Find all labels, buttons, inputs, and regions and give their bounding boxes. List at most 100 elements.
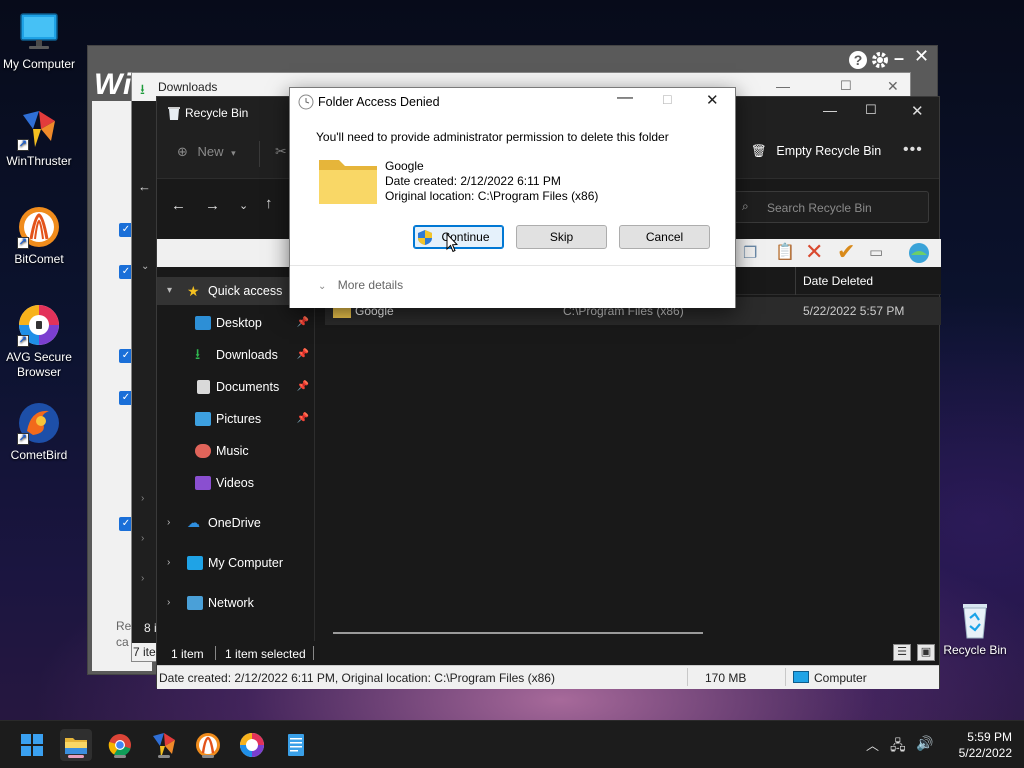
tiles-view-icon[interactable]: ▣ <box>917 644 935 661</box>
back-arrow-icon[interactable]: ← <box>138 179 151 194</box>
divider <box>785 668 786 686</box>
taskbar-avg-browser[interactable] <box>236 729 268 761</box>
search-box[interactable]: ⌕ Search Recycle Bin <box>733 191 929 223</box>
clipboard-icon[interactable]: 📋 <box>775 242 795 262</box>
pin-icon: 📌 <box>296 349 309 360</box>
nav-label: Documents <box>216 380 280 394</box>
column-divider <box>795 267 796 295</box>
desktop-icon-winthruster[interactable]: ↗ WinThruster <box>0 107 78 169</box>
navigation-pane: ▾ ★ Quick access Desktop 📌 ⭳ Downloads 📌… <box>157 275 315 641</box>
nav-pictures[interactable]: Pictures 📌 <box>157 405 315 433</box>
file-date-deleted: 5/22/2022 5:57 PM <box>803 304 905 318</box>
close-icon[interactable]: ✕ <box>887 78 899 95</box>
bitcomet-icon: ↗ <box>17 205 61 249</box>
continue-button[interactable]: Continue <box>413 225 504 249</box>
nav-my-computer[interactable]: › My Computer <box>157 549 315 577</box>
back-arrow-icon[interactable]: ← <box>171 197 186 214</box>
show-hidden-icons-chevron-icon[interactable]: ︿ <box>866 735 879 754</box>
chevron-right-icon[interactable]: › <box>141 533 144 544</box>
nav-music[interactable]: Music <box>157 437 315 465</box>
clock-icon <box>298 94 314 113</box>
avg-browser-icon <box>240 733 264 757</box>
desktop-icon-my-computer[interactable]: My Computer <box>0 10 78 72</box>
more-details-toggle[interactable]: ⌄ More details <box>318 278 403 292</box>
nav-network[interactable]: › Network <box>157 589 315 617</box>
details-view-icon[interactable]: ☰ <box>893 644 911 661</box>
computer-icon <box>793 671 809 683</box>
new-button[interactable]: ⊕ New ▾ <box>177 144 236 160</box>
pin-icon: 📌 <box>296 381 309 392</box>
shortcut-arrow-icon: ↗ <box>17 335 29 347</box>
desktop-icon-label: Recycle Bin <box>943 643 1007 657</box>
taskbar-winthruster[interactable] <box>148 729 180 761</box>
nav-downloads[interactable]: ⭳ Downloads 📌 <box>157 341 315 369</box>
minimize-icon[interactable]: — <box>776 78 790 94</box>
taskbar-bitcomet[interactable] <box>192 729 224 761</box>
nav-label: OneDrive <box>208 516 261 530</box>
empty-recycle-bin-label: Empty Recycle Bin <box>776 144 882 158</box>
network-tray-icon[interactable]: 🖧 <box>890 735 906 759</box>
chevron-down-icon[interactable]: ⌄ <box>141 261 149 272</box>
minimize-icon[interactable]: — <box>617 89 633 107</box>
forward-arrow-icon[interactable]: → <box>205 197 220 214</box>
chevron-right-icon[interactable]: › <box>141 573 144 584</box>
monitor-icon <box>17 10 61 54</box>
delete-icon[interactable]: ✕ <box>805 239 823 265</box>
taskbar-notepad[interactable] <box>280 729 312 761</box>
details-computer: Computer <box>814 671 867 685</box>
nav-documents[interactable]: Documents 📌 <box>157 373 315 401</box>
volume-icon[interactable]: 🔊 <box>916 735 933 752</box>
empty-recycle-bin-button[interactable]: 🗑 Empty Recycle Bin <box>751 144 881 159</box>
horizontal-scrollbar[interactable] <box>333 632 703 634</box>
taskbar-chrome[interactable] <box>104 729 136 761</box>
divider <box>687 668 688 686</box>
globe-icon[interactable] <box>907 241 931 268</box>
clock-date: 5/22/2022 <box>958 746 1012 760</box>
chevron-right-icon[interactable]: › <box>141 493 144 504</box>
maximize-icon[interactable]: ☐ <box>840 78 852 94</box>
chevron-right-icon: › <box>167 517 171 528</box>
folder-date-created: Date created: 2/12/2022 6:11 PM <box>385 174 561 188</box>
up-arrow-icon[interactable]: ↑ <box>265 195 273 212</box>
more-details-label: More details <box>337 278 404 292</box>
rename-icon[interactable]: ▭ <box>869 243 883 261</box>
avg-browser-icon: ↗ <box>17 303 61 347</box>
nav-desktop[interactable]: Desktop 📌 <box>157 309 315 337</box>
chevron-down-icon: ▾ <box>167 285 173 296</box>
nav-label: Desktop <box>216 316 262 330</box>
active-indicator <box>68 755 84 758</box>
taskbar-file-explorer[interactable] <box>60 729 92 761</box>
maximize-icon: ☐ <box>662 93 673 107</box>
desktop-icon-avg-browser[interactable]: ↗ AVG Secure Browser <box>0 303 78 380</box>
close-icon[interactable]: ✕ <box>706 91 719 109</box>
more-options-icon[interactable]: ••• <box>903 141 923 159</box>
shortcut-arrow-icon: ↗ <box>17 139 29 151</box>
minimize-icon[interactable]: — <box>823 102 837 118</box>
nav-label: Videos <box>216 476 254 490</box>
winthruster-text: Re <box>116 619 132 633</box>
recent-locations-icon[interactable]: ⌄ <box>239 199 248 212</box>
nav-onedrive[interactable]: › ☁ OneDrive <box>157 509 315 537</box>
copy-icon[interactable]: ❐ <box>743 243 757 263</box>
nav-videos[interactable]: Videos <box>157 469 315 497</box>
downloads-title: Downloads <box>158 80 218 94</box>
desktop-icon-bitcomet[interactable]: ↗ BitComet <box>0 205 78 267</box>
search-placeholder: Search Recycle Bin <box>767 201 872 215</box>
status-item-count: 1 item <box>171 647 204 661</box>
cloud-icon: ☁ <box>187 515 200 530</box>
dialog-footer: ⌄ More details <box>290 265 735 308</box>
maximize-icon[interactable]: ☐ <box>865 102 877 118</box>
skip-button[interactable]: Skip <box>516 225 607 249</box>
desktop-icon-cometbird[interactable]: ↗ CometBird <box>0 401 78 463</box>
cancel-button[interactable]: Cancel <box>619 225 710 249</box>
desktop-icon-recycle-bin[interactable]: Recycle Bin <box>936 596 1014 658</box>
checkmark-icon[interactable]: ✔ <box>837 239 855 265</box>
minimize-icon[interactable]: – <box>894 48 904 69</box>
column-date-deleted[interactable]: Date Deleted <box>803 274 873 288</box>
close-icon[interactable]: ✕ <box>911 102 924 120</box>
start-button[interactable] <box>16 729 48 761</box>
cut-icon[interactable]: ✂ <box>275 143 287 160</box>
close-icon[interactable]: ✕ <box>914 46 929 67</box>
folder-access-denied-dialog[interactable]: Folder Access Denied — ☐ ✕ You'll need t… <box>289 87 736 308</box>
clock[interactable]: 5:59 PM 5/22/2022 <box>944 729 1012 761</box>
